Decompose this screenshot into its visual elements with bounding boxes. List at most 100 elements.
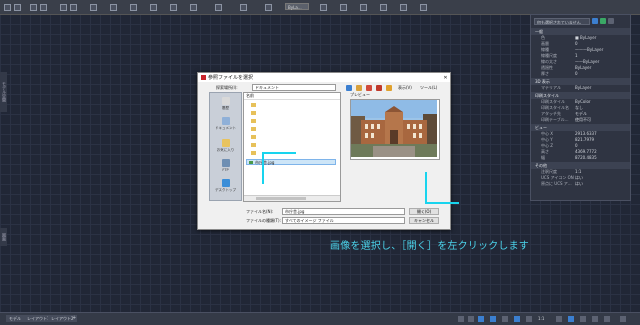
property-value[interactable]: はい: [575, 181, 630, 187]
new-folder-icon[interactable]: [386, 85, 392, 91]
tool-icon[interactable]: [170, 4, 177, 11]
tool-icon[interactable]: [30, 4, 37, 11]
folder-icon[interactable]: [251, 151, 256, 155]
tool-icon[interactable]: [400, 4, 407, 11]
tab-model[interactable]: モデル: [6, 315, 24, 322]
select-objects-icon[interactable]: [600, 18, 606, 24]
delete-icon[interactable]: [376, 85, 382, 91]
property-row[interactable]: 原点に UCS ア... はい: [531, 181, 630, 187]
properties-list: 一般色 ■ ByLayer 画層 0 線種 ———ByLayer 線種尺度 1 線の太さ ——By…: [531, 28, 630, 187]
view-menu[interactable]: 表示(V): [398, 85, 412, 91]
highlight-corner-file: [262, 152, 296, 154]
dialog-titlebar: 参照ファイルを選択 ✕: [198, 73, 450, 82]
add-layout-icon[interactable]: +: [72, 315, 76, 321]
properties-section-header[interactable]: 印刷スタイル: [531, 92, 630, 99]
place-desktop[interactable]: デスクトップ: [210, 179, 241, 193]
toggle-pickadd-icon[interactable]: [608, 18, 614, 24]
close-button[interactable]: ✕: [441, 75, 450, 81]
building-photo: [351, 100, 437, 157]
property-name: 原点に UCS ア...: [541, 181, 572, 186]
quick-select-icon[interactable]: [592, 18, 598, 24]
workspace-icon[interactable]: [556, 316, 562, 322]
filetype-dropdown[interactable]: すべてのイメージ ファイル: [282, 217, 405, 224]
annotation-scale[interactable]: 1:1: [538, 316, 544, 321]
tool-icon[interactable]: [360, 4, 367, 11]
tool-icon[interactable]: [420, 4, 427, 11]
tool-icon[interactable]: [110, 4, 117, 11]
osnap-icon[interactable]: [514, 316, 520, 322]
tool-icon[interactable]: [190, 4, 197, 11]
layer-input[interactable]: ByLa...: [285, 3, 309, 10]
property-value[interactable]: 0: [575, 71, 630, 77]
grid-icon[interactable]: [468, 316, 474, 322]
ortho-icon[interactable]: [490, 316, 496, 322]
tool-icon[interactable]: [215, 4, 222, 11]
properties-palette: 何も選択されていません 一般色 ■ ByLayer 画層 0 線種 ———ByLayer 線…: [530, 14, 631, 201]
folder-icon[interactable]: [251, 119, 256, 123]
column-header-name[interactable]: 名前: [244, 93, 340, 100]
filename-input[interactable]: 市庁舎.jpg: [282, 208, 405, 215]
properties-section-header[interactable]: その他: [531, 162, 630, 169]
property-row[interactable]: 印刷テーブル... 使用不可: [531, 117, 630, 123]
tool-icon[interactable]: [60, 4, 67, 11]
tool-icon[interactable]: [40, 4, 47, 11]
ribbon-toolbar: ByLa...: [0, 0, 640, 15]
lookin-label: 探索場所(I):: [216, 85, 238, 90]
place-favorites[interactable]: お気に入り: [210, 139, 241, 153]
place-documents[interactable]: ドキュメント: [210, 117, 241, 131]
polar-icon[interactable]: [502, 316, 508, 322]
isolate-icon[interactable]: [580, 316, 586, 322]
up-folder-icon[interactable]: [356, 85, 362, 91]
tool-icon[interactable]: [320, 4, 327, 11]
tools-menu[interactable]: ツール(L): [420, 85, 437, 91]
file-item-selected[interactable]: 市庁舎.jpg: [246, 159, 336, 165]
back-icon[interactable]: [346, 85, 352, 91]
folder-icon[interactable]: [251, 103, 256, 107]
tool-icon[interactable]: [130, 4, 137, 11]
selection-dropdown[interactable]: 何も選択されていません: [534, 17, 590, 25]
folder-icon[interactable]: [251, 111, 256, 115]
status-bar: モデル レイアウト1 レイアウト2 + 1:1: [0, 312, 640, 325]
drawing-tag[interactable]: 図面: [0, 228, 7, 246]
horizontal-scrollbar[interactable]: [244, 195, 340, 201]
property-value[interactable]: 使用不可: [575, 117, 630, 123]
tool-icon[interactable]: [265, 4, 272, 11]
highlight-corner-open: [425, 202, 459, 204]
tool-icon[interactable]: [70, 4, 77, 11]
folder-icon[interactable]: [251, 135, 256, 139]
folder-icon[interactable]: [251, 127, 256, 131]
tool-icon[interactable]: [4, 4, 11, 11]
place-ftp[interactable]: FTP: [210, 159, 241, 172]
model-icon[interactable]: [458, 316, 464, 322]
place-history[interactable]: 履歴: [210, 97, 241, 111]
property-row[interactable]: マテリアル ByLayer: [531, 85, 630, 91]
tool-icon[interactable]: [90, 4, 97, 11]
lineweight-icon[interactable]: [526, 316, 532, 322]
dialog-title: 参照ファイルを選択: [208, 75, 254, 81]
tool-icon[interactable]: [240, 4, 247, 11]
properties-section-header[interactable]: 3D 表示: [531, 78, 630, 85]
tool-icon[interactable]: [14, 4, 21, 11]
search-web-icon[interactable]: [366, 85, 372, 91]
annotation-icon[interactable]: [568, 316, 574, 322]
desktop-icon: [221, 179, 230, 187]
tool-icon[interactable]: [150, 4, 157, 11]
hardware-icon[interactable]: [592, 316, 598, 322]
clean-screen-icon[interactable]: [604, 316, 610, 322]
property-value[interactable]: ByLayer: [575, 85, 630, 91]
tool-icon[interactable]: [380, 4, 387, 11]
tool-icon[interactable]: [340, 4, 347, 11]
properties-section-header[interactable]: ビュー: [531, 124, 630, 131]
property-row[interactable]: 幅 8720.4835: [531, 155, 630, 161]
lookin-dropdown[interactable]: ドキュメント: [252, 84, 336, 91]
customize-icon[interactable]: [620, 316, 626, 322]
property-value[interactable]: 8720.4835: [575, 155, 630, 161]
property-row[interactable]: 厚さ 0: [531, 71, 630, 77]
open-button[interactable]: 開く(O): [409, 208, 439, 215]
file-list[interactable]: 名前 市庁舎.jpg: [243, 92, 341, 202]
snap-icon[interactable]: [478, 316, 484, 322]
cancel-button[interactable]: キャンセル: [409, 217, 439, 224]
model-space-tag[interactable]: モデル空間: [0, 72, 7, 112]
folder-icon[interactable]: [251, 143, 256, 147]
properties-section-header[interactable]: 一般: [531, 28, 630, 35]
